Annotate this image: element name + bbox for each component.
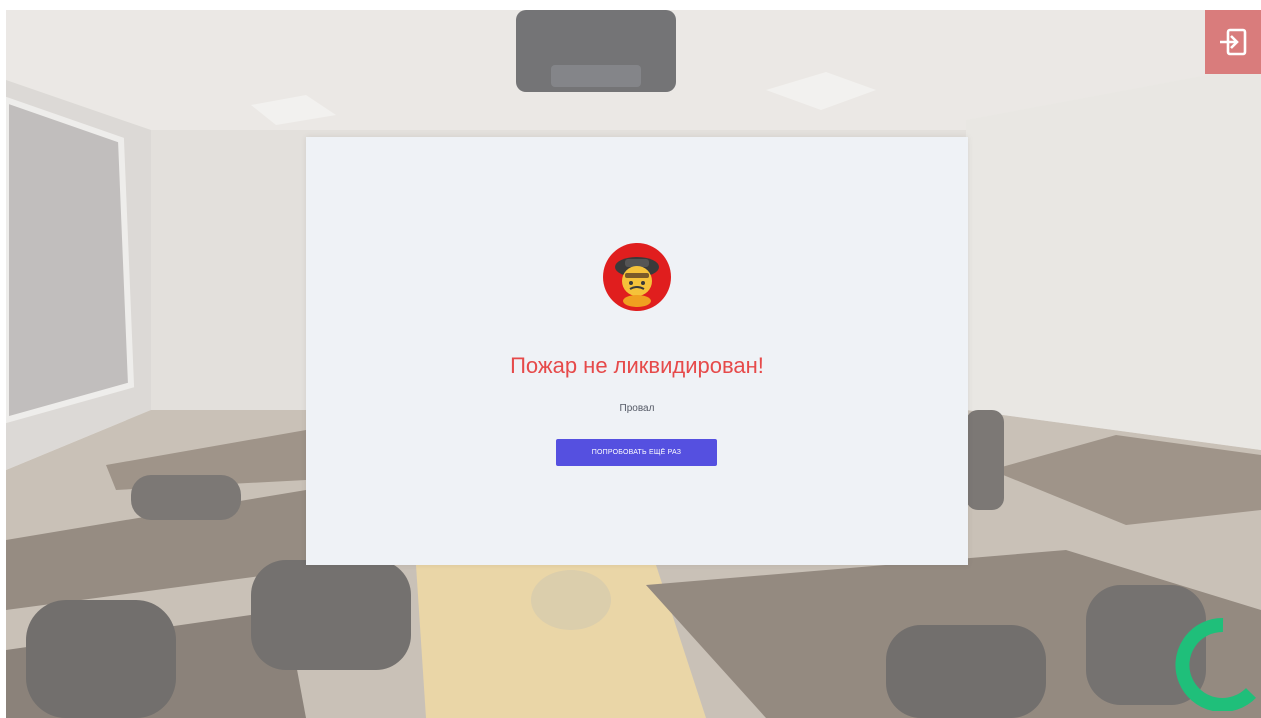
result-subtitle: Провал <box>619 403 655 414</box>
game-viewport: Пожар не ликвидирован! Провал ПОПРОБОВАТ… <box>6 10 1261 718</box>
result-title: Пожар не ликвидирован! <box>510 353 764 378</box>
retry-button[interactable]: ПОПРОБОВАТЬ ЕЩЁ РАЗ <box>556 439 717 466</box>
loading-spinner-icon <box>1175 617 1256 711</box>
result-dialog: Пожар не ликвидирован! Провал ПОПРОБОВАТ… <box>306 137 968 565</box>
exit-button[interactable] <box>1205 10 1261 74</box>
exit-icon <box>1220 28 1247 56</box>
firefighter-mascot-icon <box>603 243 671 311</box>
